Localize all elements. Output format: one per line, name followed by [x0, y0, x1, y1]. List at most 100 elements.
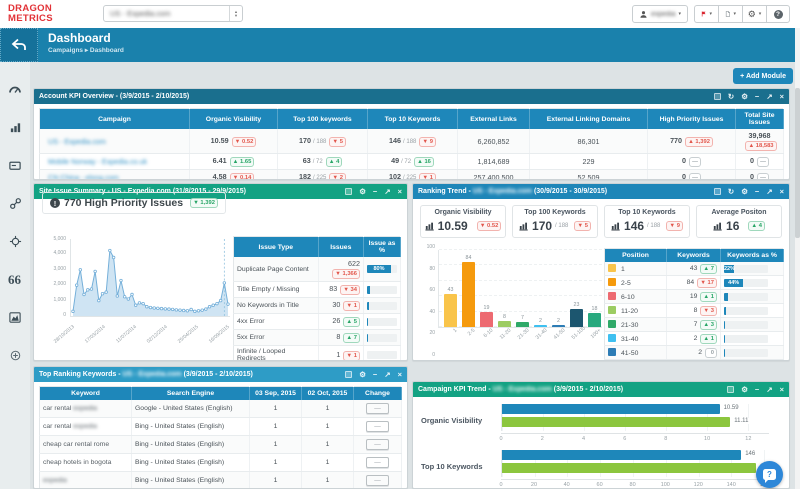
col-keywords[interactable]: Keywords — [667, 249, 721, 263]
close-icon[interactable]: × — [398, 371, 402, 378]
scrollbar-thumb[interactable] — [795, 88, 800, 238]
col-search-engine[interactable]: Search Engine — [132, 387, 250, 401]
collapse-icon[interactable]: − — [755, 386, 759, 393]
bar[interactable] — [570, 309, 583, 327]
bar-previous[interactable]: 10.59 — [502, 404, 720, 414]
bar[interactable] — [498, 321, 511, 327]
close-icon[interactable]: × — [780, 386, 784, 393]
col-organic-visibility[interactable]: Organic Visibility — [190, 109, 278, 130]
campaign-selector[interactable]: US - Expedia.com ▴▾ — [103, 5, 243, 22]
col-top100[interactable]: Top 100 keywords — [278, 109, 368, 130]
svg-text:66: 66 — [8, 273, 22, 285]
col-keyword[interactable]: Keyword — [40, 387, 132, 401]
resize-icon[interactable]: ↗ — [766, 93, 772, 100]
sidebar-item-competitors[interactable] — [0, 222, 30, 260]
axis-tick: 20 — [531, 482, 537, 488]
sidebar-item-analytics[interactable] — [0, 298, 30, 336]
col-date1[interactable]: 03 Sep, 2015 — [250, 387, 302, 401]
panel-select-checkbox[interactable] — [345, 188, 352, 195]
keyword-row: expedia Bing - United States (English) 1… — [40, 472, 402, 489]
close-icon[interactable]: × — [780, 93, 784, 100]
y-axis-tick: 2,000 — [40, 281, 66, 287]
reports-button[interactable]: ▾ — [718, 5, 742, 23]
bar-previous[interactable]: 146 — [502, 450, 741, 460]
sidebar-item-rankings[interactable] — [0, 108, 30, 146]
bar[interactable] — [444, 294, 457, 327]
kpi-card: Average Positon 16 ▲ 4 — [696, 205, 782, 238]
axis-tick: 8 — [664, 436, 667, 442]
sidebar-item-dashboard[interactable] — [0, 70, 30, 108]
campaign-link[interactable]: US - Expedia.com — [48, 137, 106, 146]
bar[interactable] — [480, 312, 493, 327]
col-total-site-issues[interactable]: Total Site Issues — [736, 109, 784, 130]
pct-bar-track: 80% — [367, 265, 397, 273]
panel-select-checkbox[interactable] — [714, 93, 721, 100]
settings-icon[interactable]: ⚙ — [741, 386, 748, 393]
resize-icon[interactable]: ↗ — [384, 371, 390, 378]
bar-current[interactable]: 11.11 — [502, 417, 730, 427]
col-high-priority-issues[interactable]: High Priority Issues — [648, 109, 736, 130]
settings-icon[interactable]: ⚙ — [359, 371, 366, 378]
bar[interactable] — [462, 262, 475, 327]
col-keywords-pct[interactable]: Keywords as % — [721, 249, 784, 263]
user-menu-button[interactable]: expedia ▾ — [632, 5, 688, 23]
dragon-metrics-logo[interactable]: DRAGON METRICS — [8, 4, 53, 23]
col-change[interactable]: Change — [354, 387, 402, 401]
bar-current[interactable]: 155 — [502, 463, 756, 473]
col-issues[interactable]: Issues — [318, 237, 363, 258]
resize-icon[interactable]: ↗ — [766, 188, 772, 195]
settings-icon[interactable]: ⚙ — [741, 93, 748, 100]
change-badge: — — [689, 157, 701, 167]
panel-select-checkbox[interactable] — [714, 188, 721, 195]
sidebar-item-keywords[interactable] — [0, 146, 30, 184]
add-module-button[interactable]: + Add Module — [733, 68, 793, 84]
sidebar-item-links[interactable] — [0, 184, 30, 222]
kpi-trend-group-organic-visibility: Organic Visibility 10.59 11.11 024681012 — [413, 402, 789, 446]
collapse-icon[interactable]: − — [373, 371, 377, 378]
y-axis-tick: 0 — [421, 352, 435, 358]
keyword-row: cheap hotels in bogota Bing - United Sta… — [40, 454, 402, 472]
refresh-icon[interactable]: ↻ — [728, 188, 734, 195]
mini-bar-chart-icon — [713, 221, 723, 231]
back-button[interactable] — [0, 28, 38, 62]
settings-icon[interactable]: ⚙ — [741, 188, 748, 195]
x-axis-label: 6-10 — [481, 328, 500, 347]
bar[interactable] — [516, 322, 529, 327]
resize-icon[interactable]: ↗ — [766, 386, 772, 393]
collapse-icon[interactable]: − — [373, 188, 377, 195]
collapse-icon[interactable]: − — [755, 188, 759, 195]
resize-icon[interactable]: ↗ — [384, 188, 390, 195]
col-issue-type[interactable]: Issue Type — [234, 237, 319, 258]
sidebar-item-add[interactable] — [0, 336, 30, 374]
support-chat-button[interactable]: ? — [756, 461, 783, 488]
keyword-row: cheap car rental rome Bing - United Stat… — [40, 436, 402, 454]
pct-bar-fill — [367, 318, 368, 326]
panel-select-checkbox[interactable] — [727, 386, 734, 393]
col-position[interactable]: Position — [605, 249, 667, 263]
campaign-link[interactable]: Mobile Norway - Expedia.co.uk — [48, 157, 147, 166]
settings-button[interactable]: ⚙ ▾ — [742, 5, 766, 23]
change-badge: ▼ 1,392 — [190, 198, 218, 208]
sidebar-item-mentions[interactable]: 66 — [0, 260, 30, 298]
panel-select-checkbox[interactable] — [345, 371, 352, 378]
col-linking-domains[interactable]: External Linking Domains — [530, 109, 648, 130]
position-table: Position Keywords Keywords as % 1 43▲ 7 … — [604, 248, 784, 361]
bar[interactable] — [534, 325, 547, 327]
campaign-link[interactable]: CN China - elong.com — [48, 173, 119, 180]
refresh-icon[interactable]: ↻ — [728, 93, 734, 100]
col-top10[interactable]: Top 10 Keywords — [368, 109, 458, 130]
close-icon[interactable]: × — [398, 188, 402, 195]
settings-icon[interactable]: ⚙ — [359, 188, 366, 195]
bar-value-label: 146 — [744, 451, 756, 457]
bar[interactable] — [552, 325, 565, 327]
close-icon[interactable]: × — [780, 188, 784, 195]
col-external-links[interactable]: External Links — [458, 109, 530, 130]
language-flag-button[interactable]: ▾ — [694, 5, 718, 23]
col-date2[interactable]: 02 Oct, 2015 — [302, 387, 354, 401]
col-campaign[interactable]: Campaign — [40, 109, 190, 130]
bar[interactable] — [588, 313, 601, 327]
help-button[interactable]: ? — [766, 5, 790, 23]
col-issue-pct[interactable]: Issue as % — [364, 237, 401, 258]
top-keywords-table: Keyword Search Engine 03 Sep, 2015 02 Oc… — [39, 386, 402, 489]
collapse-icon[interactable]: − — [755, 93, 759, 100]
